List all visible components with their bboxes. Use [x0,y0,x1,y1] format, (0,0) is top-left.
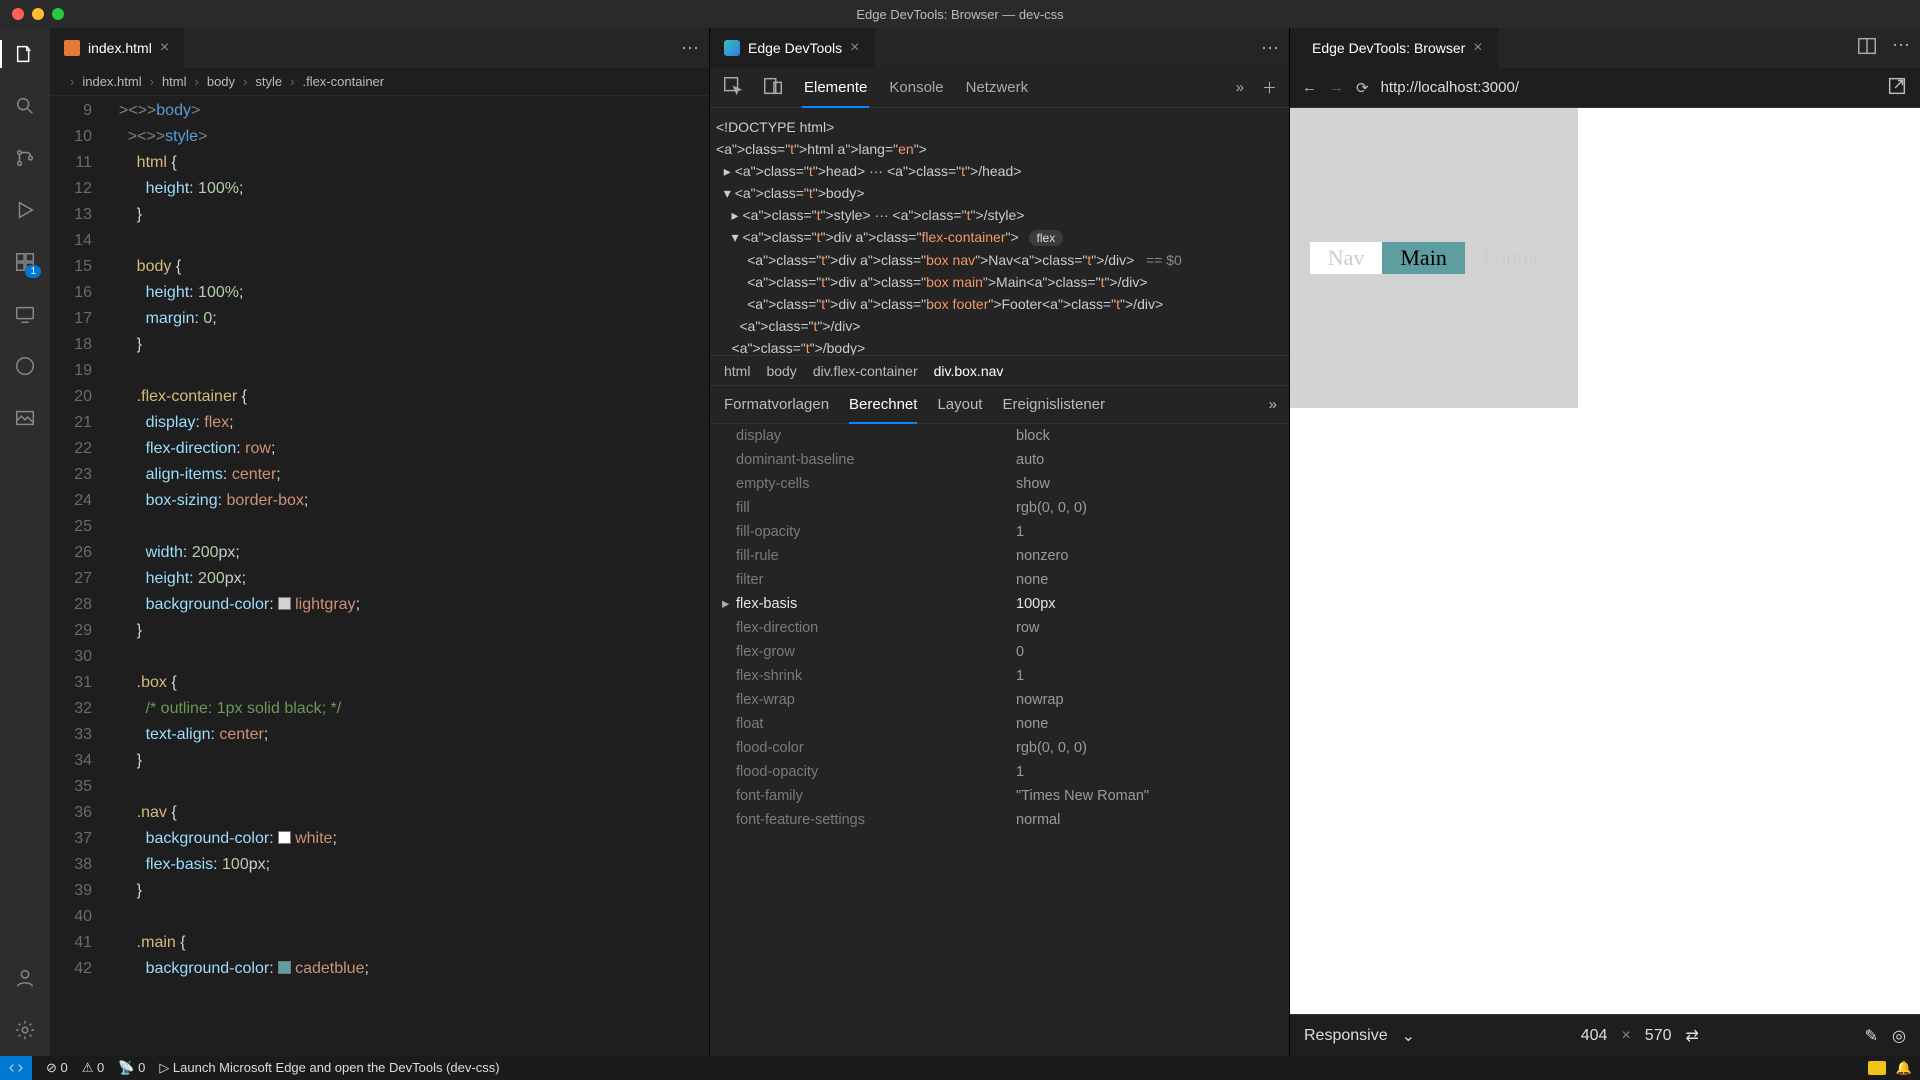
preview-footer-box: Footer [1465,242,1558,274]
device-icon[interactable] [762,75,784,101]
editor-more-icon[interactable]: ⋯ [681,38,699,59]
search-icon[interactable] [11,92,39,120]
computed-row[interactable]: flex-wrapnowrap [710,688,1289,712]
editor-more-icon[interactable]: ⋯ [1892,35,1910,62]
devtools-panel: Edge DevTools × ⋯ Elemente Konsole Netzw… [710,28,1290,1056]
chevron-down-icon[interactable]: ⌄ [1402,1026,1415,1046]
dom-tree[interactable]: <!DOCTYPE html><a">class="t">html a">lan… [710,108,1289,356]
close-icon[interactable]: × [160,39,169,57]
styles-tab-ereignislistener[interactable]: Ereignislistener [1002,396,1105,413]
styles-tab-berechnet[interactable]: Berechnet [849,396,917,424]
computed-row[interactable]: flex-grow0 [710,640,1289,664]
responsive-label[interactable]: Responsive [1304,1027,1388,1045]
breadcrumb[interactable]: ›index.html ›html ›body ›style ›.flex-co… [50,68,709,96]
close-icon[interactable]: × [1473,39,1482,57]
devtools-tab-elements[interactable]: Elemente [802,79,869,108]
reload-icon[interactable]: ⟳ [1356,79,1369,97]
page-preview: Nav Main Footer [1290,108,1920,1014]
status-warnings[interactable]: ⚠ 0 [82,1060,105,1076]
times-icon: × [1621,1027,1630,1045]
window-controls[interactable] [0,8,64,20]
explorer-icon[interactable] [11,40,39,68]
editor-tabs: index.html × ⋯ [50,28,709,68]
computed-row[interactable]: fill-rulenonzero [710,544,1289,568]
rotate-icon[interactable]: ⇄ [1686,1026,1699,1046]
edge-tools-icon[interactable] [11,352,39,380]
notifications-icon[interactable]: 🔔 [1896,1060,1912,1076]
tab-label: index.html [88,40,152,56]
computed-row[interactable]: flood-opacity1 [710,760,1289,784]
edge-icon [724,40,740,56]
gallery-icon[interactable] [11,404,39,432]
address-bar: ← → ⟳ [1290,68,1920,108]
html-file-icon [64,40,80,56]
computed-row[interactable]: floatnone [710,712,1289,736]
run-debug-icon[interactable] [11,196,39,224]
devtools-tab-network[interactable]: Netzwerk [964,79,1031,96]
devtools-toolbar: Elemente Konsole Netzwerk » ＋ [710,68,1289,108]
styles-tab-formatvorlagen[interactable]: Formatvorlagen [724,396,829,413]
responsive-bar: Responsive ⌄ 404 × 570 ⇄ ✎ ◎ [1290,1014,1920,1056]
editor-group: index.html × ⋯ ›index.html ›html ›body ›… [50,28,710,1056]
viewport-width[interactable]: 404 [1581,1027,1608,1045]
inspect-icon[interactable] [722,75,744,101]
close-window-icon[interactable] [12,8,24,20]
remote-explorer-icon[interactable] [11,300,39,328]
preview-main-box: Main [1382,242,1464,274]
editor-more-icon[interactable]: ⋯ [1261,38,1279,59]
url-input[interactable] [1381,79,1874,96]
source-control-icon[interactable] [11,144,39,172]
computed-row[interactable]: empty-cellsshow [710,472,1289,496]
computed-styles[interactable]: displayblockdominant-baselineautoempty-c… [710,424,1289,1056]
computed-row[interactable]: flex-directionrow [710,616,1289,640]
code-editor[interactable]: 9101112131415161718192021222324252627282… [50,96,709,1056]
status-ports[interactable]: 📡 0 [118,1060,145,1076]
dom-path[interactable]: htmlbodydiv.flex-containerdiv.box.nav [710,356,1289,386]
remote-indicator[interactable] [0,1056,32,1080]
back-icon[interactable]: ← [1302,79,1317,96]
computed-row[interactable]: displayblock [710,424,1289,448]
computed-row[interactable]: font-family"Times New Roman" [710,784,1289,808]
split-editor-icon[interactable] [1856,35,1878,62]
computed-row[interactable]: font-feature-settingsnormal [710,808,1289,832]
chevron-right-icon[interactable]: » [1269,396,1277,413]
computed-row[interactable]: filternone [710,568,1289,592]
computed-row[interactable]: flood-colorrgb(0, 0, 0) [710,736,1289,760]
plus-icon[interactable]: ＋ [1262,77,1277,98]
forward-icon[interactable]: → [1329,79,1344,96]
account-icon[interactable] [11,964,39,992]
tab-label: Edge DevTools [748,40,842,56]
browser-panel: Edge DevTools: Browser × ⋯ ← → ⟳ Nav Mai… [1290,28,1920,1056]
close-icon[interactable]: × [850,39,859,57]
devtools-tab-console[interactable]: Konsole [887,79,945,96]
open-external-icon[interactable] [1886,75,1908,101]
preview-nav-box: Nav [1310,242,1383,274]
minimize-window-icon[interactable] [32,8,44,20]
target-icon[interactable]: ◎ [1892,1026,1906,1046]
styles-tabs: Formatvorlagen Berechnet Layout Ereignislis… [710,386,1289,424]
status-badge[interactable] [1868,1061,1886,1075]
eyedropper-icon[interactable]: ✎ [1865,1026,1878,1046]
chevron-right-icon[interactable]: » [1236,79,1244,96]
computed-row[interactable]: fill-opacity1 [710,520,1289,544]
tab-edge-devtools[interactable]: Edge DevTools × [710,28,875,68]
computed-row[interactable]: flex-shrink1 [710,664,1289,688]
status-launch[interactable]: ▷ Launch Microsoft Edge and open the Dev… [159,1060,499,1076]
status-errors[interactable]: ⊘ 0 [46,1060,68,1076]
zoom-window-icon[interactable] [52,8,64,20]
gear-icon[interactable] [11,1016,39,1044]
tab-label: Edge DevTools: Browser [1312,40,1465,56]
tab-index-html[interactable]: index.html × [50,28,184,68]
computed-row[interactable]: dominant-baselineauto [710,448,1289,472]
activity-bar: 1 [0,28,50,1056]
tab-browser[interactable]: Edge DevTools: Browser × [1290,28,1498,68]
window-title: Edge DevTools: Browser — dev-css [856,7,1063,22]
extensions-badge: 1 [25,265,41,278]
computed-row[interactable]: ▸flex-basis100px [710,592,1289,616]
styles-tab-layout[interactable]: Layout [937,396,982,413]
computed-row[interactable]: fillrgb(0, 0, 0) [710,496,1289,520]
window-titlebar: Edge DevTools: Browser — dev-css [0,0,1920,28]
status-bar: ⊘ 0 ⚠ 0 📡 0 ▷ Launch Microsoft Edge and … [0,1056,1920,1080]
viewport-height[interactable]: 570 [1645,1027,1672,1045]
